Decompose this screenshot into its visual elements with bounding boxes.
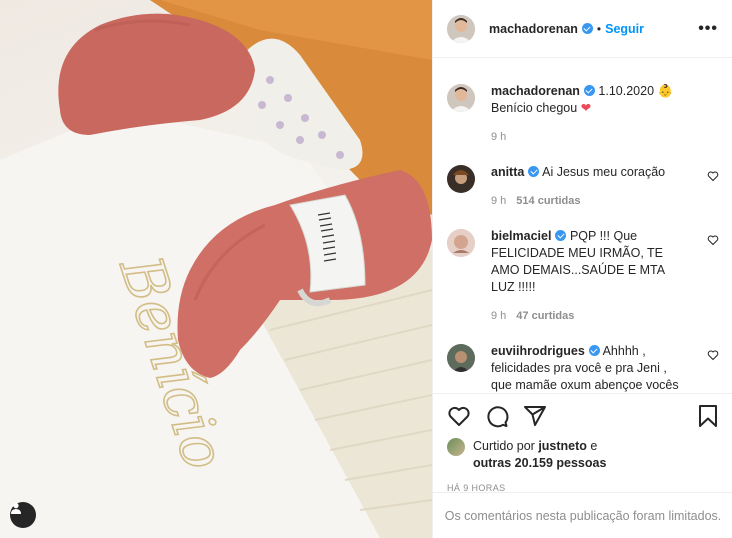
actions-section: Curtido por justneto e outras 20.159 pes…: [433, 393, 732, 538]
avatar[interactable]: [447, 229, 475, 257]
avatar[interactable]: [447, 14, 475, 43]
like-comment-heart-icon[interactable]: [707, 234, 719, 246]
instagram-post: Benício machadorenan • Seguir ••• machad…: [0, 0, 732, 538]
comments-limited-notice: Os comentários nesta publicação foram li…: [433, 492, 732, 538]
verified-icon: [588, 345, 600, 356]
comment-icon[interactable]: [485, 404, 509, 428]
caption-date: 1.10.2020: [598, 84, 655, 98]
likes-connector: e: [590, 439, 598, 453]
avatar[interactable]: [447, 344, 475, 372]
caption-text: Benício chegou: [491, 101, 578, 115]
verified-icon: [555, 230, 567, 241]
list-item: anitta Ai Jesus meu coração 9 h 514 curti…: [447, 164, 719, 210]
like-heart-icon[interactable]: [447, 404, 471, 428]
comment-likes[interactable]: 47 curtidas: [516, 310, 574, 322]
post-sidebar: machadorenan • Seguir ••• machadorenan 1…: [432, 0, 732, 538]
user-tag-icon: [11, 503, 21, 514]
avatar[interactable]: [447, 84, 475, 112]
verified-icon: [528, 166, 540, 177]
verified-icon: [583, 85, 595, 96]
likes-summary: Curtido por justneto e outras 20.159 pes…: [433, 438, 732, 472]
liker-username[interactable]: justneto: [538, 439, 587, 453]
user-tag-button[interactable]: [10, 502, 36, 528]
caption-username[interactable]: machadorenan: [491, 84, 580, 98]
follow-button[interactable]: Seguir: [605, 22, 644, 36]
comment-likes[interactable]: 514 curtidas: [516, 195, 580, 207]
comment-time[interactable]: 9 h: [491, 195, 506, 207]
header-username[interactable]: machadorenan: [489, 22, 578, 36]
like-comment-heart-icon[interactable]: [707, 349, 719, 361]
baby-feet-illustration: Benício: [0, 0, 432, 538]
red-heart-emoji-icon: ❤: [580, 101, 592, 115]
more-options-icon[interactable]: •••: [698, 20, 718, 38]
verified-icon: [581, 23, 593, 34]
separator-dot: •: [596, 21, 602, 36]
caption: machadorenan 1.10.2020 👶 Benício chegou …: [447, 83, 719, 146]
post-header: machadorenan • Seguir •••: [433, 0, 732, 58]
comment-username[interactable]: bielmaciel: [491, 229, 551, 243]
comment-text: Ai Jesus meu coração: [542, 165, 666, 179]
comment-time[interactable]: 9 h: [491, 310, 506, 322]
action-bar: [433, 394, 732, 438]
baby-foot-top: [58, 13, 256, 136]
baby-emoji-icon: 👶: [657, 84, 674, 98]
save-bookmark-icon[interactable]: [697, 404, 719, 428]
avatar[interactable]: [447, 438, 465, 456]
comments-list[interactable]: machadorenan 1.10.2020 👶 Benício chegou …: [433, 59, 732, 393]
comment-username[interactable]: anitta: [491, 165, 524, 179]
like-comment-heart-icon[interactable]: [707, 170, 719, 182]
likes-prefix: Curtido por: [473, 439, 535, 453]
post-timestamp[interactable]: HÁ 9 HORAS: [433, 472, 732, 493]
avatar[interactable]: [447, 165, 475, 193]
post-photo[interactable]: Benício: [0, 0, 432, 538]
share-icon[interactable]: [523, 404, 547, 428]
list-item: euviihrodrigues Ahhhh , felicidades pra …: [447, 343, 719, 393]
caption-time[interactable]: 9 h: [491, 131, 506, 143]
comment-username[interactable]: euviihrodrigues: [491, 344, 585, 358]
likes-others[interactable]: outras 20.159 pessoas: [473, 456, 606, 470]
list-item: bielmaciel PQP !!! Que FELICIDADE MEU IR…: [447, 228, 719, 325]
